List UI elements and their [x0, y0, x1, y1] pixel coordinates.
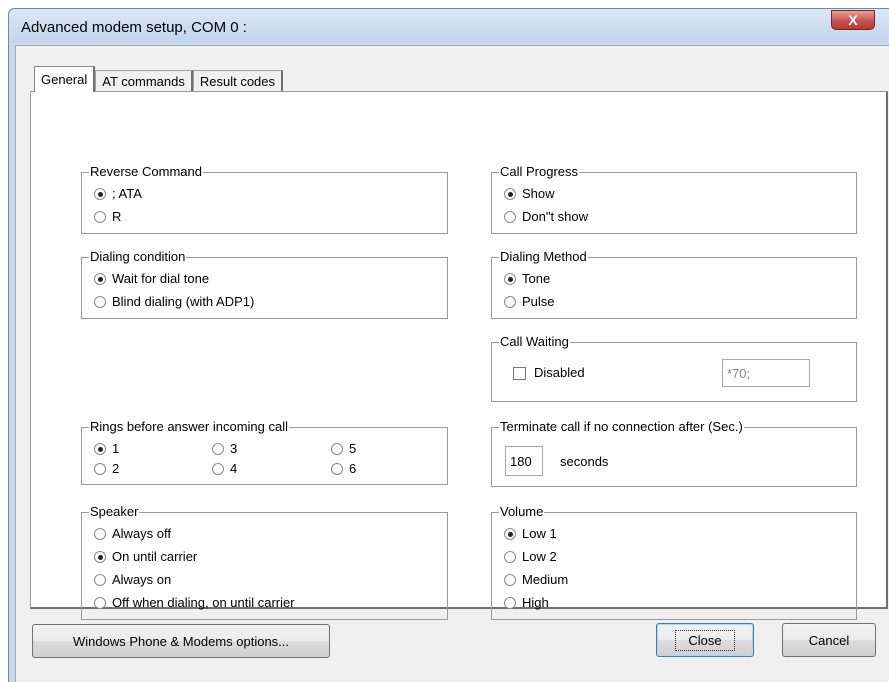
- volume-group: Volume Low 1 Low 2 Medium High: [491, 504, 857, 620]
- radio-empty-icon: [94, 528, 106, 540]
- dialing-condition-legend: Dialing condition: [89, 249, 187, 265]
- radio-empty-icon: [504, 211, 516, 223]
- tab-strip: General AT commands Result codes: [34, 66, 284, 92]
- wait-dial-tone-radio[interactable]: Wait for dial tone: [94, 271, 209, 287]
- rings-2-radio[interactable]: 2: [94, 461, 119, 477]
- rings-6-radio[interactable]: 6: [331, 461, 356, 477]
- speaker-always-off-radio[interactable]: Always off: [94, 526, 171, 542]
- title-bar[interactable]: Advanced modem setup, COM 0 : X: [9, 9, 889, 43]
- call-progress-dont-show-radio[interactable]: Don"t show: [504, 209, 588, 225]
- radio-empty-icon: [94, 211, 106, 223]
- radio-empty-icon: [94, 574, 106, 586]
- rings-1-radio[interactable]: 1: [94, 441, 119, 457]
- window-title: Advanced modem setup, COM 0 :: [21, 19, 247, 36]
- dialing-tone-radio[interactable]: Tone: [504, 271, 550, 287]
- tab-at-commands[interactable]: AT commands: [95, 70, 193, 92]
- call-progress-group: Call Progress Show Don"t show: [491, 164, 857, 234]
- radio-selected-icon: [94, 551, 106, 563]
- radio-empty-icon: [212, 443, 224, 455]
- volume-legend: Volume: [499, 504, 545, 520]
- cancel-button[interactable]: Cancel: [782, 623, 876, 657]
- rings-3-radio[interactable]: 3: [212, 441, 237, 457]
- radio-selected-icon: [94, 273, 106, 285]
- seconds-label: seconds: [560, 454, 609, 469]
- dialog-client-area: General AT commands Result codes Reverse…: [15, 45, 889, 682]
- dialing-method-legend: Dialing Method: [499, 249, 588, 265]
- dialog-window: Advanced modem setup, COM 0 : X General …: [8, 8, 889, 682]
- radio-empty-icon: [212, 463, 224, 475]
- dialing-condition-group: Dialing condition Wait for dial tone Bli…: [81, 249, 448, 319]
- speaker-off-dialing-radio[interactable]: Off when dialing, on until carrier: [94, 595, 295, 611]
- radio-empty-icon: [94, 597, 106, 609]
- call-waiting-code-input[interactable]: *70;: [722, 359, 810, 387]
- phone-modem-options-button[interactable]: Windows Phone & Modems options...: [32, 624, 330, 658]
- volume-low2-radio[interactable]: Low 2: [504, 549, 557, 565]
- volume-high-radio[interactable]: High: [504, 595, 549, 611]
- tab-general[interactable]: General: [34, 66, 96, 92]
- rings-group: Rings before answer incoming call 1 3 5 …: [81, 419, 448, 485]
- checkbox-icon: [513, 366, 526, 380]
- radio-empty-icon: [94, 296, 106, 308]
- blind-dialing-radio[interactable]: Blind dialing (with ADP1): [94, 294, 254, 310]
- radio-empty-icon: [94, 463, 106, 475]
- call-waiting-legend: Call Waiting: [499, 334, 570, 350]
- radio-selected-icon: [504, 528, 516, 540]
- radio-selected-icon: [504, 188, 516, 200]
- radio-empty-icon: [331, 463, 343, 475]
- volume-low1-radio[interactable]: Low 1: [504, 526, 557, 542]
- reverse-command-group: Reverse Command ; ATA R: [81, 164, 448, 234]
- radio-selected-icon: [94, 188, 106, 200]
- close-button[interactable]: Close: [656, 623, 754, 657]
- dialing-pulse-radio[interactable]: Pulse: [504, 294, 555, 310]
- call-waiting-disabled-checkbox[interactable]: Disabled: [513, 365, 585, 381]
- volume-medium-radio[interactable]: Medium: [504, 572, 568, 588]
- reverse-command-legend: Reverse Command: [89, 164, 203, 180]
- tab-result-codes[interactable]: Result codes: [192, 70, 284, 92]
- speaker-group: Speaker Always off On until carrier Alwa…: [81, 504, 448, 620]
- speaker-always-on-radio[interactable]: Always on: [94, 572, 171, 588]
- radio-empty-icon: [504, 551, 516, 563]
- terminate-seconds-input[interactable]: 180: [505, 446, 543, 476]
- terminate-call-group: Terminate call if no connection after (S…: [491, 419, 857, 487]
- reverse-r-radio[interactable]: R: [94, 209, 121, 225]
- rings-5-radio[interactable]: 5: [331, 441, 356, 457]
- rings-legend: Rings before answer incoming call: [89, 419, 289, 435]
- rings-4-radio[interactable]: 4: [212, 461, 237, 477]
- call-progress-legend: Call Progress: [499, 164, 580, 180]
- radio-empty-icon: [331, 443, 343, 455]
- radio-selected-icon: [504, 273, 516, 285]
- radio-empty-icon: [504, 296, 516, 308]
- close-icon: X: [848, 12, 858, 28]
- speaker-on-until-carrier-radio[interactable]: On until carrier: [94, 549, 197, 565]
- radio-empty-icon: [504, 574, 516, 586]
- reverse-ata-radio[interactable]: ; ATA: [94, 186, 142, 202]
- call-waiting-group: Call Waiting Disabled *70;: [491, 334, 857, 402]
- radio-empty-icon: [504, 597, 516, 609]
- general-tab-panel: Reverse Command ; ATA R Dialing conditio…: [30, 91, 888, 620]
- terminate-call-legend: Terminate call if no connection after (S…: [499, 419, 744, 435]
- dialing-method-group: Dialing Method Tone Pulse: [491, 249, 857, 319]
- speaker-legend: Speaker: [89, 504, 140, 520]
- close-window-button[interactable]: X: [831, 10, 875, 30]
- radio-selected-icon: [94, 443, 106, 455]
- call-progress-show-radio[interactable]: Show: [504, 186, 555, 202]
